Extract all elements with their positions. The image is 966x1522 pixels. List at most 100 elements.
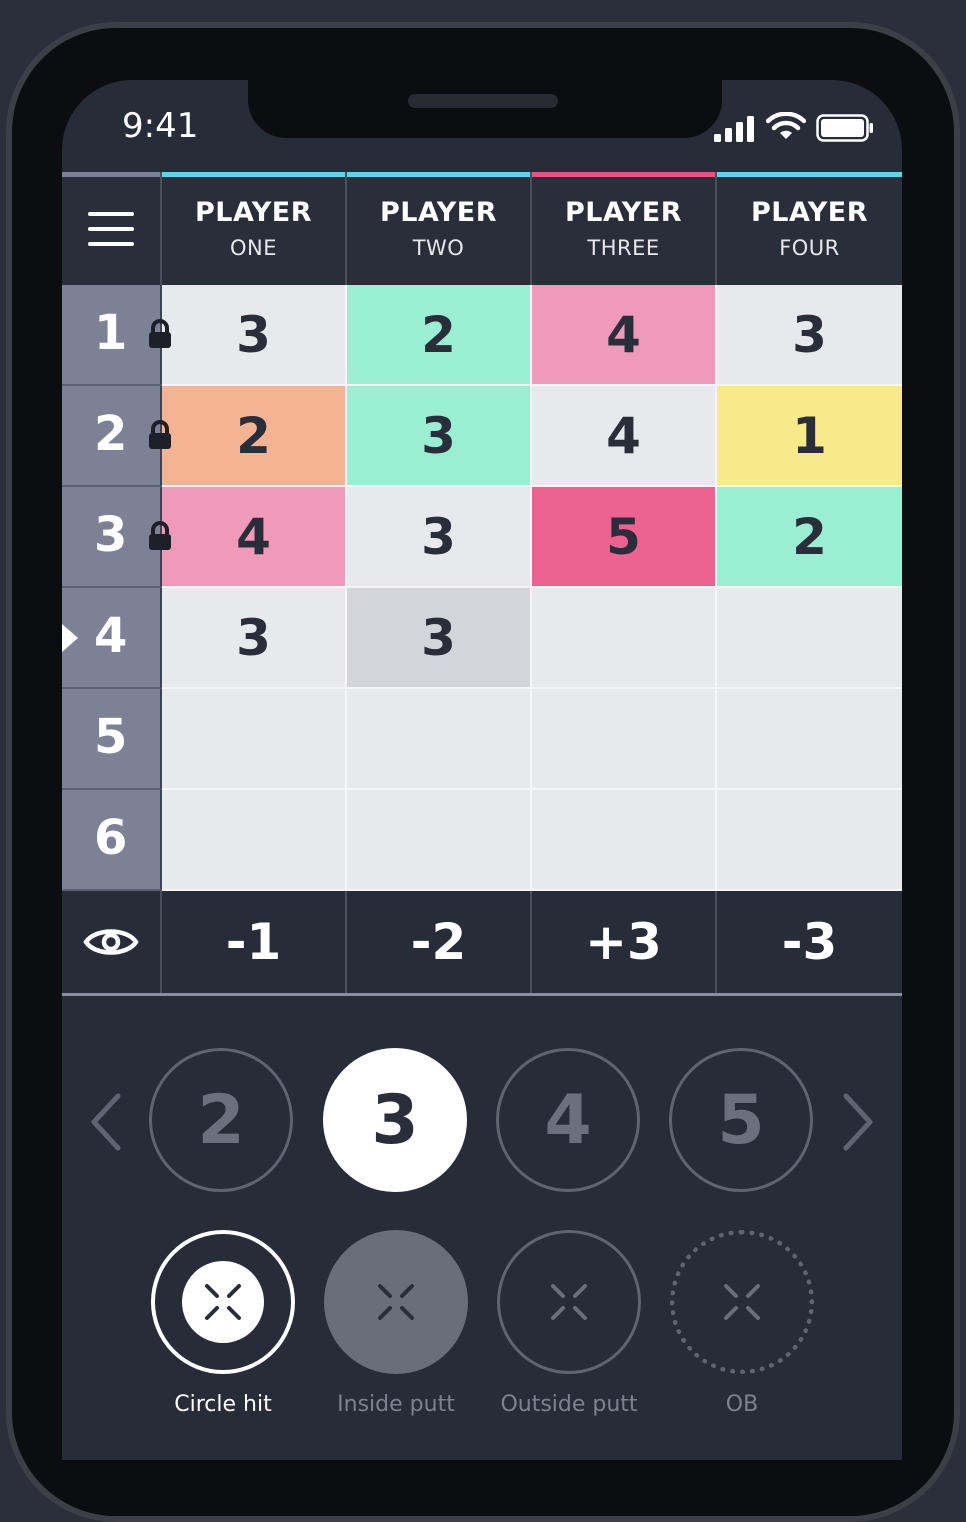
option-label: 2	[197, 1080, 245, 1160]
score-cell[interactable]: 2	[162, 386, 347, 487]
toggle-visibility-button[interactable]	[62, 891, 162, 993]
lock-icon	[148, 521, 172, 555]
hole-row: 433	[62, 588, 902, 689]
player-color-bar	[532, 172, 715, 177]
total-player-four: -3	[717, 891, 902, 993]
option-label: 5	[717, 1080, 765, 1160]
hole-number: 4	[94, 608, 128, 664]
hole-number-cell[interactable]: 6	[62, 790, 162, 891]
totals-row: -1 -2 +3 -3	[62, 891, 902, 996]
throw-option-4[interactable]: 4	[496, 1048, 640, 1192]
ob-ring	[670, 1230, 814, 1374]
scorecard-grid: PLAYER ONE PLAYER TWO PLAYER THREE PLAYE…	[62, 172, 902, 996]
hole-number: 2	[94, 406, 128, 462]
chevron-right-icon[interactable]	[840, 1092, 876, 1152]
header-row: PLAYER ONE PLAYER TWO PLAYER THREE PLAYE…	[62, 172, 902, 285]
player-name: TWO	[412, 236, 465, 260]
score-cell[interactable]: 2	[717, 487, 902, 588]
hole-number-cell[interactable]: 5	[62, 689, 162, 790]
current-hole-indicator-icon	[62, 624, 78, 652]
speaker	[408, 94, 558, 108]
hole-row: 13243	[62, 285, 902, 386]
circle-hit-button[interactable]: Circle hit	[150, 1230, 296, 1417]
hole-number-cell[interactable]: 1	[62, 285, 171, 386]
score-cell[interactable]	[347, 790, 532, 891]
score-cell[interactable]: 3	[347, 487, 532, 588]
throw-option-2[interactable]: 2	[149, 1048, 293, 1192]
lock-icon	[148, 420, 172, 454]
player-color-bar	[162, 172, 345, 177]
score-cell[interactable]: 4	[162, 487, 347, 588]
hamburger-menu-icon	[88, 211, 134, 246]
ob-label: OB	[725, 1392, 759, 1417]
putt-actions: Circle hit Inside putt Outside putt OB	[62, 1230, 902, 1430]
menu-button[interactable]	[62, 172, 162, 285]
option-label: 4	[544, 1080, 592, 1160]
player-name: ONE	[229, 236, 277, 260]
battery-icon	[816, 114, 873, 142]
hole-row: 5	[62, 689, 902, 790]
target-arrows-icon	[551, 1284, 587, 1320]
score-cell[interactable]: 3	[162, 588, 347, 689]
hole-number: 1	[94, 305, 128, 361]
hole-number: 3	[94, 507, 128, 563]
player-header-two[interactable]: PLAYER TWO	[347, 172, 532, 285]
score-cell[interactable]	[162, 689, 347, 790]
ob-button[interactable]: OB	[669, 1230, 815, 1417]
target-arrows-icon	[378, 1284, 414, 1320]
player-header-one[interactable]: PLAYER ONE	[162, 172, 347, 285]
score-cell[interactable]	[532, 588, 717, 689]
score-cell[interactable]: 5	[532, 487, 717, 588]
hole-number: 5	[94, 709, 128, 765]
score-cell[interactable]: 4	[532, 285, 717, 386]
hole-row: 34352	[62, 487, 902, 588]
hole-row: 22341	[62, 386, 902, 487]
cellular-signal-icon	[714, 116, 754, 142]
player-header-four[interactable]: PLAYER FOUR	[717, 172, 902, 285]
circle-hit-ring	[151, 1230, 295, 1374]
inside-putt-button[interactable]: Inside putt	[323, 1230, 469, 1417]
option-label: 3	[371, 1080, 419, 1160]
score-cell[interactable]	[532, 790, 717, 891]
score-cell[interactable]: 1	[717, 386, 902, 487]
score-cell[interactable]: 2	[347, 285, 532, 386]
player-header-three[interactable]: PLAYER THREE	[532, 172, 717, 285]
status-time: 9:41	[122, 106, 199, 146]
hole-number-cell[interactable]: 4	[62, 588, 162, 689]
score-cell[interactable]	[717, 689, 902, 790]
total-player-three: +3	[532, 891, 717, 993]
wifi-icon	[766, 112, 806, 139]
throw-count-picker: 2 3 4 5	[62, 1048, 902, 1198]
score-cell[interactable]: 3	[347, 386, 532, 487]
score-cell[interactable]	[347, 689, 532, 790]
score-cell[interactable]	[532, 689, 717, 790]
score-cell[interactable]: 3	[162, 285, 347, 386]
circle-hit-disc	[182, 1261, 264, 1343]
player-name: THREE	[587, 236, 660, 260]
score-cell[interactable]	[717, 790, 902, 891]
chevron-left-icon[interactable]	[88, 1092, 124, 1152]
hole-rows: 13243223413435243356	[62, 285, 902, 891]
score-cell[interactable]: 4	[532, 386, 717, 487]
score-cell[interactable]	[717, 588, 902, 689]
player-label: PLAYER	[564, 197, 683, 228]
hole-number-cell[interactable]: 3	[62, 487, 171, 588]
hole-number-cell[interactable]: 2	[62, 386, 171, 487]
eye-icon	[83, 929, 139, 955]
outside-putt-button[interactable]: Outside putt	[496, 1230, 642, 1417]
inside-putt-disc	[324, 1230, 468, 1374]
score-cell[interactable]: 3	[717, 285, 902, 386]
hole-row: 6	[62, 790, 902, 891]
target-arrows-icon	[205, 1284, 241, 1320]
throw-option-3[interactable]: 3	[323, 1048, 467, 1192]
score-cell[interactable]: 3	[347, 588, 532, 689]
player-color-bar	[717, 172, 902, 177]
score-cell[interactable]	[162, 790, 347, 891]
app-screen: 9:41 PLAYER ONE PLAYER TWO PLAYER THREE …	[62, 80, 902, 1460]
player-name: FOUR	[779, 236, 840, 260]
player-label: PLAYER	[379, 197, 498, 228]
total-player-one: -1	[162, 891, 347, 993]
throw-option-5[interactable]: 5	[669, 1048, 813, 1192]
outside-putt-ring	[497, 1230, 641, 1374]
player-label: PLAYER	[194, 197, 313, 228]
